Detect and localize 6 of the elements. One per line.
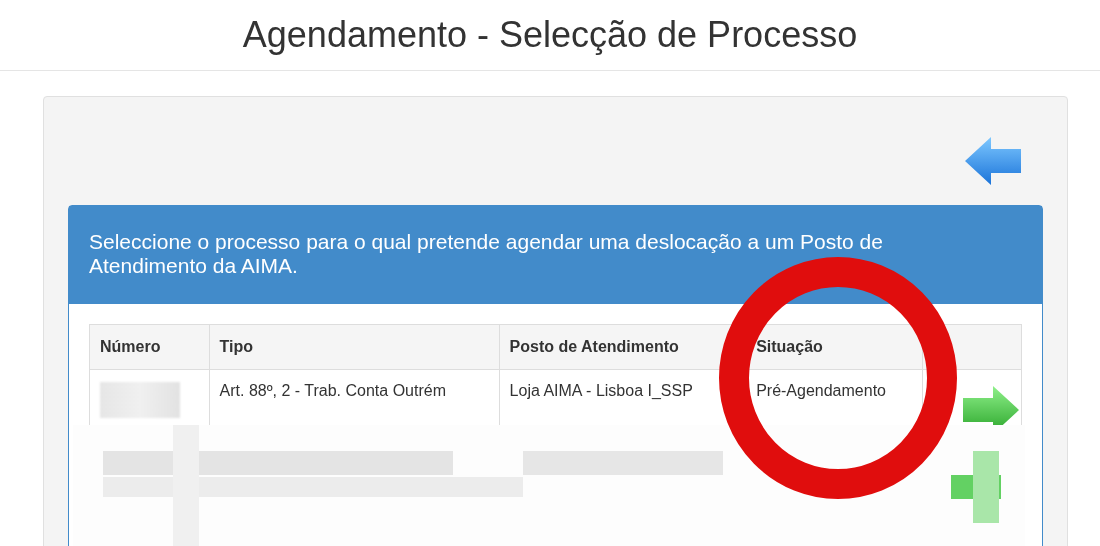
left-arrow-icon [965,137,1023,187]
column-header: Número [89,324,210,370]
column-header: Tipo [209,324,500,370]
page-title: Agendamento - Selecção de Processo [242,14,858,56]
back-button[interactable] [965,137,1023,187]
panel-heading: Seleccione o processo para o qual pretende agendar uma deslocação a um Posto de Atendimento da AIMA. [69,206,1042,304]
